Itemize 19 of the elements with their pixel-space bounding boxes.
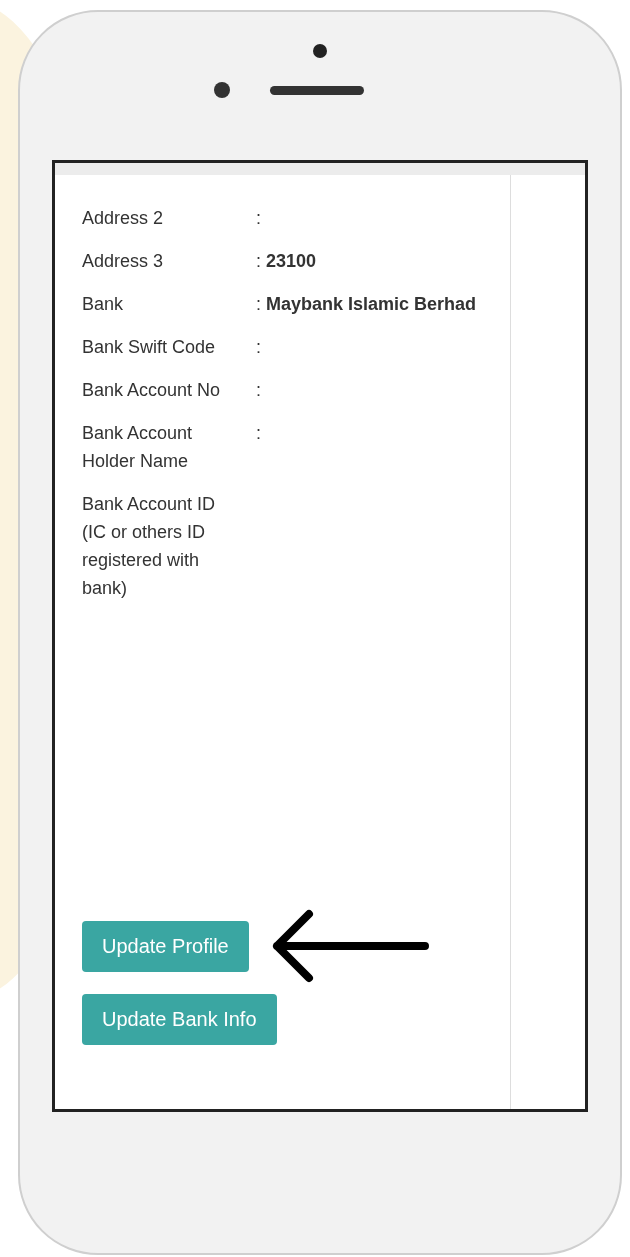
field-value: Maybank Islamic Berhad xyxy=(266,293,477,316)
field-label: Bank xyxy=(82,293,125,316)
update-button[interactable]: Update Profile xyxy=(82,920,249,972)
update-button[interactable]: Update Bank Info xyxy=(82,994,277,1045)
field-value: 23100 xyxy=(266,250,317,273)
colon-separator: : xyxy=(256,293,261,316)
colon-separator: : xyxy=(256,250,261,273)
colon-separator: : xyxy=(256,336,261,359)
field-label: Bank Account Holder Name xyxy=(82,422,194,473)
colon-separator: : xyxy=(256,379,261,402)
field-label: Bank Account No xyxy=(82,379,222,402)
field-label: Address 2 xyxy=(82,207,165,230)
field-label: Bank Swift Code xyxy=(82,336,217,359)
sensor-dot xyxy=(313,44,327,58)
colon-separator: : xyxy=(256,207,261,230)
colon-separator: : xyxy=(256,422,261,445)
camera-dot xyxy=(214,82,230,98)
field-label: Bank Account ID (IC or others ID registered with bank) xyxy=(82,493,217,600)
field-label: Address 3 xyxy=(82,250,165,273)
